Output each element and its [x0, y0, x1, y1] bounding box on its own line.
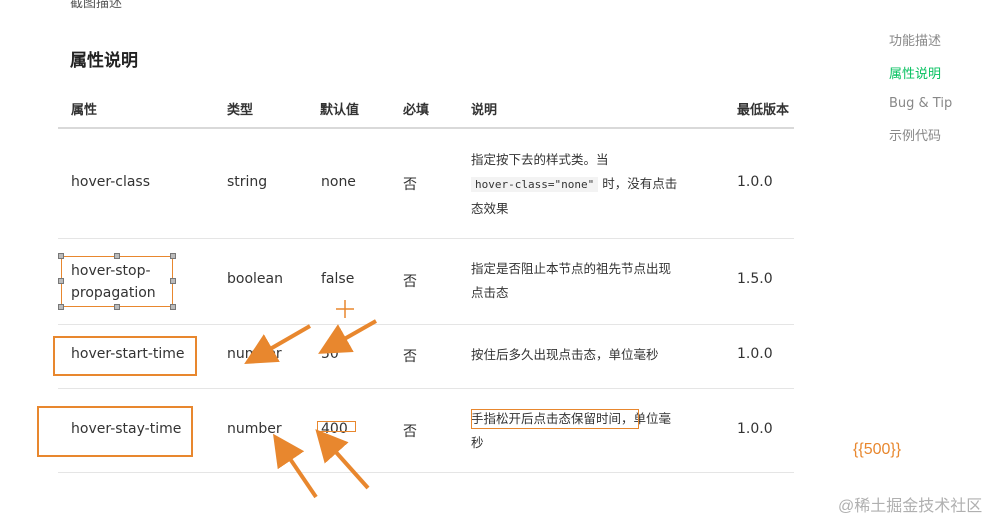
- move-cursor-icon: [336, 300, 354, 318]
- annotation-arrows: [244, 300, 377, 499]
- arrow: [244, 324, 311, 364]
- arrow: [315, 429, 370, 490]
- arrow: [273, 433, 318, 499]
- watermark: @稀土掘金技术社区: [838, 498, 983, 515]
- arrow: [318, 319, 377, 354]
- template-value-annotation: {{500}}: [853, 441, 902, 458]
